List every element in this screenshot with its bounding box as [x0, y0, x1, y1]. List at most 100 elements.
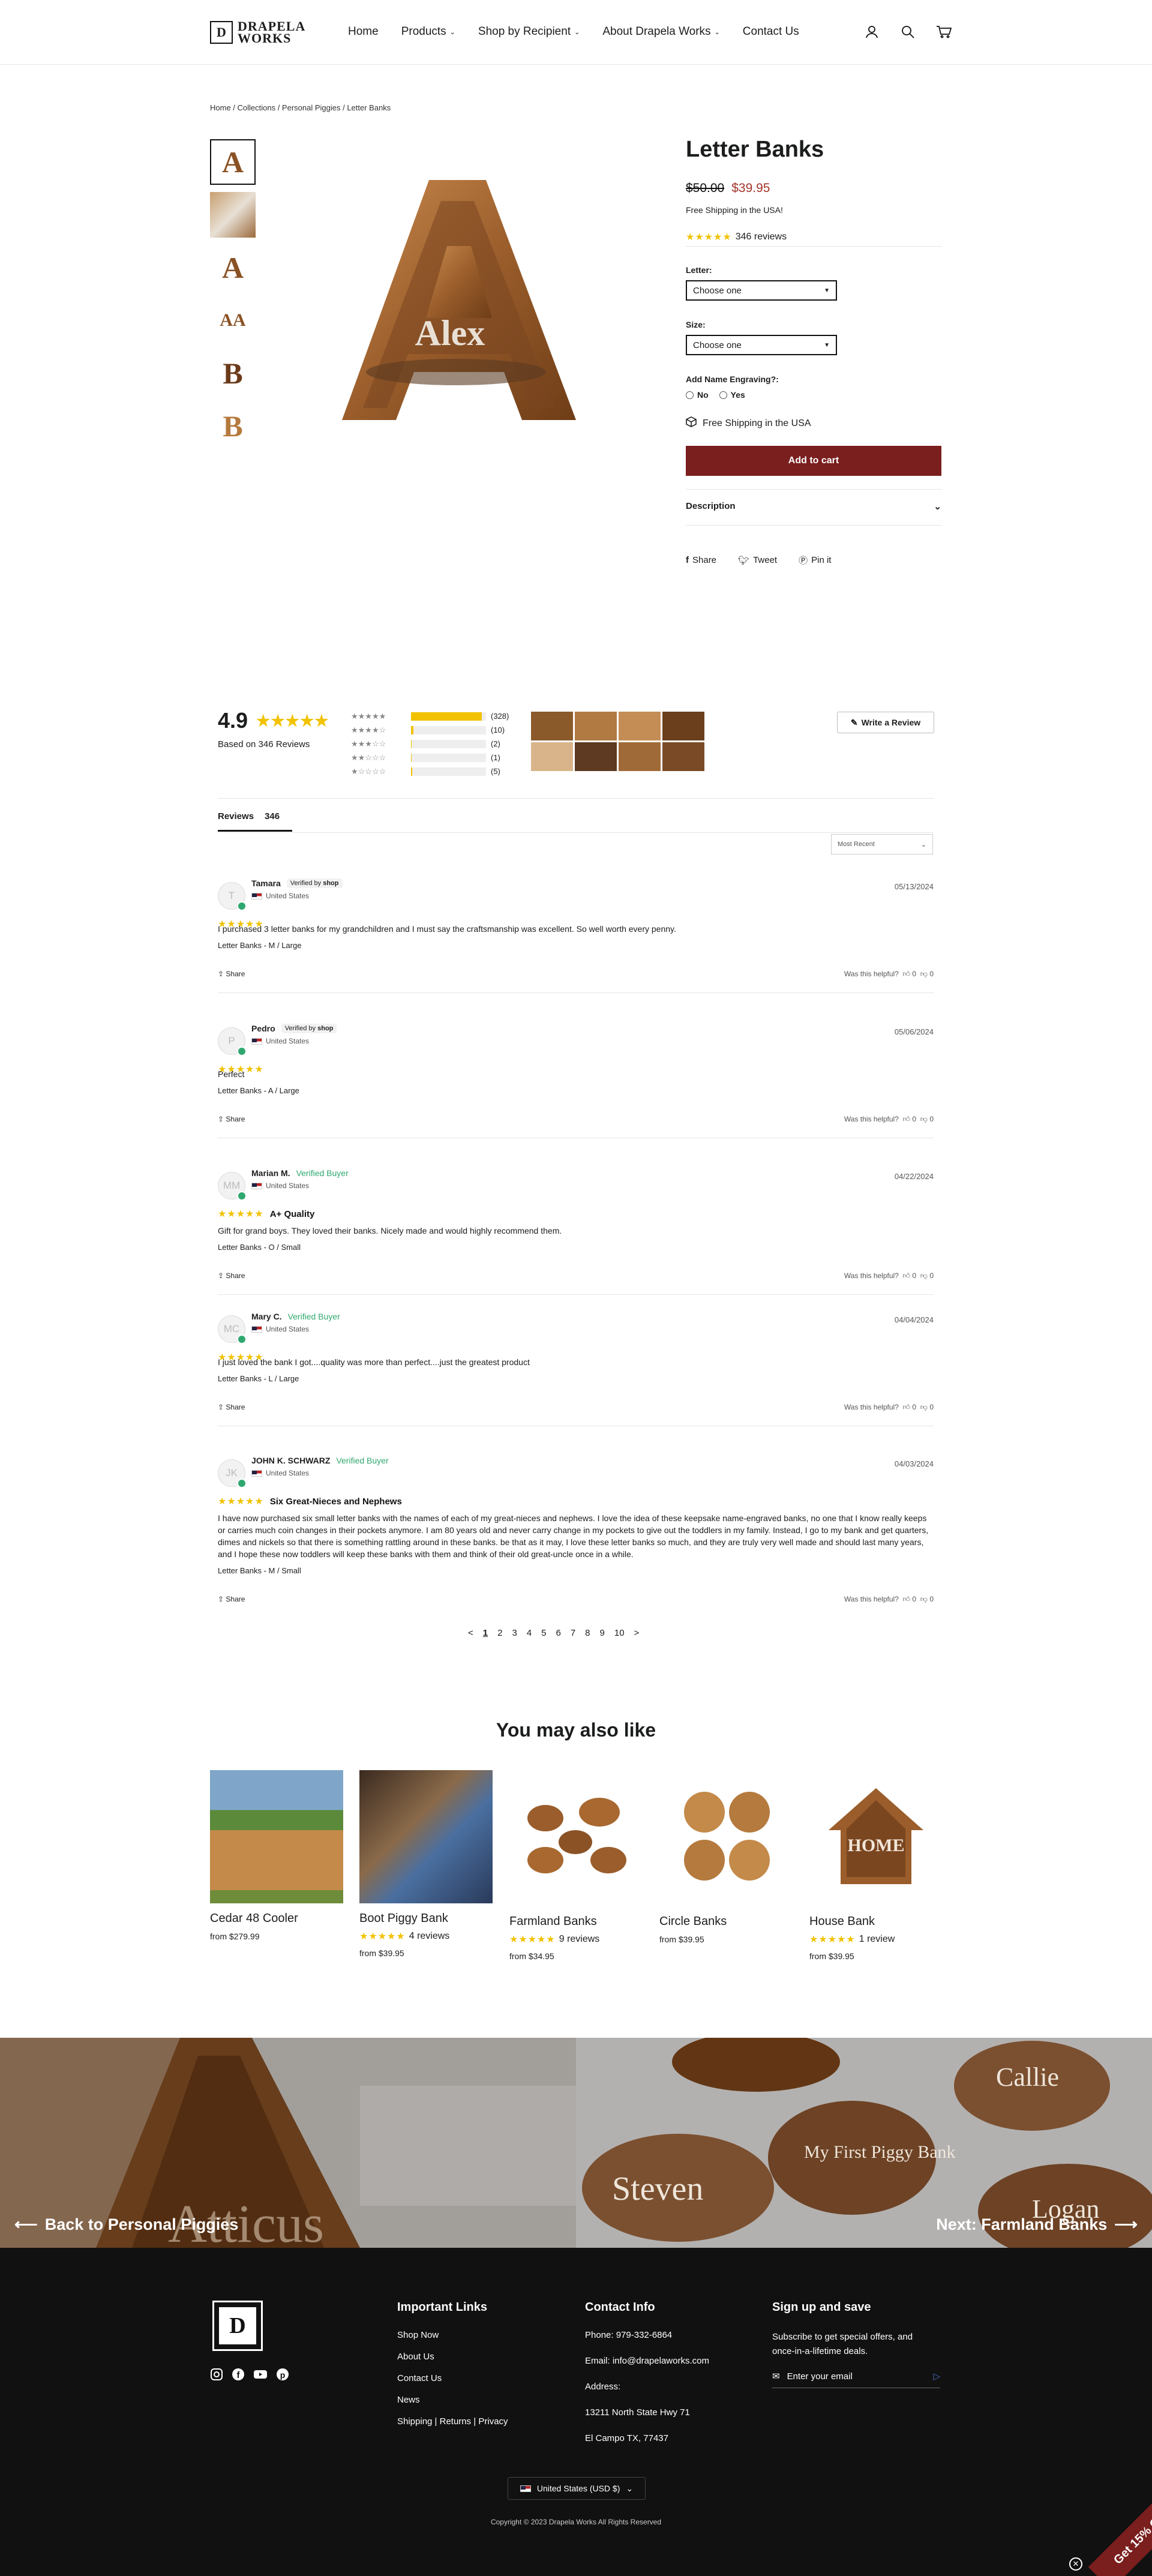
user-icon[interactable]	[863, 23, 881, 41]
thumbs-down-icon[interactable]: 👎︎	[920, 1403, 928, 1411]
review-photo[interactable]	[662, 742, 704, 771]
thumbs-up-icon[interactable]: 👍︎	[903, 970, 911, 978]
thumbs-up-icon[interactable]: 👍︎	[903, 1403, 911, 1411]
thumbs-down-icon[interactable]: 👎︎	[920, 1115, 928, 1123]
us-flag-icon	[520, 2485, 531, 2492]
review-share-button[interactable]: ⇪ Share	[218, 1115, 245, 1124]
rating-summary[interactable]: ★★★★★ 346 reviews	[686, 231, 787, 243]
product-card[interactable]: HOME House Bank ★★★★★ 1 review from $39.9…	[809, 1770, 943, 1961]
tab-reviews[interactable]: Reviews 346	[218, 811, 292, 832]
product-card[interactable]: Boot Piggy Bank ★★★★★ 4 reviews from $39.…	[359, 1770, 493, 1958]
footer-link[interactable]: About Us	[397, 2352, 508, 2362]
twitter-icon: 🐦︎	[738, 555, 750, 566]
review-photo[interactable]	[575, 742, 617, 771]
nav-contact[interactable]: Contact Us	[743, 25, 799, 38]
site-header: D DRAPELA WORKS Home Products ⌄ Shop by Re…	[0, 0, 1152, 65]
prev-collection-banner[interactable]: Atticus ⟵ Back to Personal Piggies	[0, 2038, 576, 2248]
footer-link[interactable]: Shop Now	[397, 2330, 508, 2340]
thumbs-down-icon[interactable]: 👎︎	[920, 1595, 928, 1603]
review-photo[interactable]	[619, 742, 661, 771]
nav-about[interactable]: About Drapela Works ⌄	[602, 25, 719, 38]
page-number[interactable]: 4	[527, 1628, 532, 1638]
radio-yes[interactable]: Yes	[719, 390, 745, 400]
currency-selector[interactable]: United States (USD $) ⌄	[508, 2477, 646, 2500]
product-card[interactable]: Cedar 48 Cooler from $279.99	[210, 1770, 343, 1941]
product-card[interactable]: Circle Banks from $39.95	[659, 1770, 793, 1944]
letter-select[interactable]: Choose one ▼	[686, 280, 837, 301]
thumbs-down-icon[interactable]: 👎︎	[920, 970, 928, 978]
review-photo[interactable]	[531, 712, 573, 740]
contact-phone[interactable]: Phone: 979-332-6864	[585, 2330, 709, 2340]
rating-bar-row[interactable]: ★★★★★ (328)	[351, 709, 509, 723]
review-photo[interactable]	[531, 742, 573, 771]
thumbnail[interactable]: AA	[210, 298, 256, 343]
page-number[interactable]: 3	[512, 1628, 517, 1638]
submit-arrow-icon[interactable]: ▷	[933, 2371, 940, 2382]
footer-logo[interactable]: D	[212, 2301, 263, 2351]
thumbnail[interactable]	[210, 192, 256, 238]
review-photo[interactable]	[575, 712, 617, 740]
nav-products[interactable]: Products ⌄	[401, 25, 455, 38]
footer-signup: Sign up and save Subscribe to get specia…	[772, 2301, 940, 2388]
description-toggle[interactable]: Description ⌄	[686, 501, 941, 512]
review-share-button[interactable]: ⇪ Share	[218, 1403, 245, 1412]
thumbs-down-icon[interactable]: 👎︎	[920, 1271, 928, 1280]
page-number[interactable]: 10	[614, 1628, 625, 1638]
thumbnail[interactable]: B	[210, 350, 256, 396]
page-number[interactable]: 2	[497, 1628, 502, 1638]
rating-bar-row[interactable]: ★☆☆☆☆ (5)	[351, 764, 509, 778]
next-collection-banner[interactable]: Steven My First Piggy Bank Callie Logan Nex…	[576, 2038, 1152, 2248]
review-share-button[interactable]: ⇪ Share	[218, 1271, 245, 1280]
reviewer-country: United States	[266, 1037, 310, 1045]
share-facebook[interactable]: f Share	[686, 554, 716, 566]
page-number[interactable]: 6	[556, 1628, 560, 1638]
page-number[interactable]: 8	[585, 1628, 590, 1638]
page-number[interactable]: 5	[541, 1628, 546, 1638]
review-share-button[interactable]: ⇪ Share	[218, 970, 245, 979]
page-number[interactable]: 1	[483, 1628, 488, 1638]
review-share-button[interactable]: ⇪ Share	[218, 1595, 245, 1604]
nav-home[interactable]: Home	[348, 25, 379, 38]
footer-link[interactable]: Shipping | Returns | Privacy	[397, 2416, 508, 2427]
facebook-icon[interactable]: f	[232, 2368, 245, 2384]
sort-select[interactable]: Most Recent ⌄	[831, 834, 933, 854]
cart-icon[interactable]	[935, 23, 953, 41]
add-to-cart-button[interactable]: Add to cart	[686, 446, 941, 476]
instagram-icon[interactable]	[210, 2368, 223, 2384]
page-number[interactable]: 9	[600, 1628, 605, 1638]
logo-mark: D	[210, 21, 233, 44]
prev-page-button[interactable]: <	[468, 1628, 473, 1638]
product-card[interactable]: Farmland Banks ★★★★★ 9 reviews from $34.9…	[509, 1770, 643, 1961]
share-twitter[interactable]: 🐦︎ Tweet	[738, 554, 777, 566]
next-page-button[interactable]: >	[634, 1628, 640, 1638]
search-icon[interactable]	[899, 23, 917, 41]
rating-bar-row[interactable]: ★★★★☆ (10)	[351, 723, 509, 737]
thumbnail[interactable]: B	[210, 403, 256, 449]
review-photo[interactable]	[619, 712, 661, 740]
nav-shop-by-recipient[interactable]: Shop by Recipient ⌄	[478, 25, 580, 38]
email-field[interactable]: ✉ Enter your email ▷	[772, 2371, 940, 2388]
youtube-icon[interactable]	[253, 2368, 268, 2384]
thumbnail[interactable]: A	[210, 245, 256, 290]
contact-email[interactable]: Email: info@drapelaworks.com	[585, 2356, 709, 2366]
thumbnail[interactable]: A	[210, 139, 256, 185]
pinterest-icon[interactable]: p	[276, 2368, 289, 2384]
thumbs-up-icon[interactable]: 👍︎	[903, 1115, 911, 1123]
site-logo[interactable]: D DRAPELA WORKS	[210, 20, 305, 45]
share-pinterest[interactable]: Ⓟ Pin it	[799, 554, 831, 566]
promo-corner[interactable]: Get 15% Off	[1071, 2495, 1152, 2576]
page-number[interactable]: 7	[571, 1628, 575, 1638]
star-rating: ★☆☆☆☆	[351, 766, 386, 776]
review-photo[interactable]	[662, 712, 704, 740]
close-icon[interactable]: ✕	[1069, 2557, 1082, 2571]
footer-link[interactable]: Contact Us	[397, 2373, 508, 2383]
breadcrumb[interactable]: Home / Collections / Personal Piggies / …	[210, 103, 391, 112]
thumbs-up-icon[interactable]: 👍︎	[903, 1271, 911, 1280]
thumbs-up-icon[interactable]: 👍︎	[903, 1595, 911, 1603]
footer-link[interactable]: News	[397, 2395, 508, 2405]
size-select[interactable]: Choose one ▼	[686, 335, 837, 355]
rating-bar-row[interactable]: ★★☆☆☆ (1)	[351, 751, 509, 764]
write-review-button[interactable]: ✎ Write a Review	[837, 712, 934, 733]
radio-no[interactable]: No	[686, 390, 709, 400]
rating-bar-row[interactable]: ★★★☆☆ (2)	[351, 737, 509, 751]
